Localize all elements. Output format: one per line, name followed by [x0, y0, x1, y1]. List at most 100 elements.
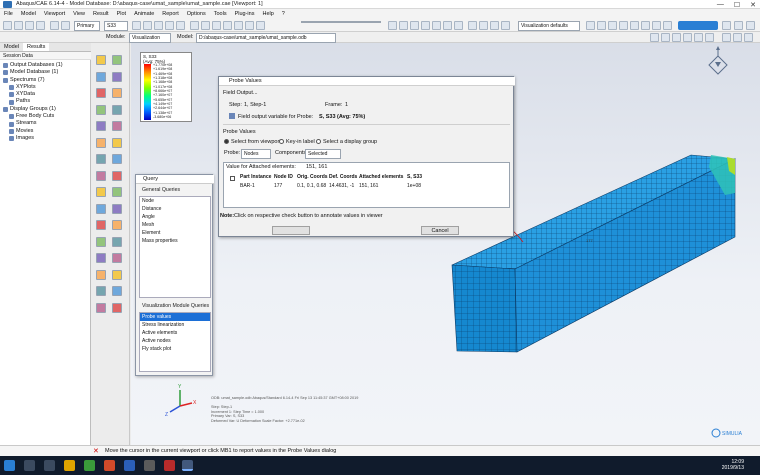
tree-item[interactable]: Paths [3, 98, 89, 105]
operate-xy-icon[interactable] [96, 137, 106, 148]
replace-icon[interactable] [630, 21, 639, 30]
search-icon[interactable] [24, 460, 35, 471]
common-options-icon[interactable] [112, 104, 122, 115]
probe-tool-icon[interactable] [96, 236, 106, 247]
search-field[interactable] [301, 21, 381, 23]
tree-item[interactable]: Free Body Cuts [3, 113, 89, 120]
radio-key-in-label[interactable] [279, 139, 284, 144]
animation-options-icon[interactable] [722, 33, 731, 42]
shaded-icon[interactable] [501, 21, 510, 30]
tile-icon[interactable] [112, 302, 122, 313]
layers-icon[interactable] [597, 21, 606, 30]
save-icon[interactable] [25, 21, 34, 30]
rotate-icon[interactable] [190, 21, 199, 30]
intersect-icon[interactable] [663, 21, 672, 30]
start-icon[interactable] [4, 460, 15, 471]
refresh-icon[interactable] [734, 21, 743, 30]
query-item[interactable]: Probe values [140, 313, 210, 321]
first-frame-icon[interactable] [650, 33, 659, 42]
variable-selector[interactable]: S33 [104, 21, 128, 31]
color-code-tool-icon[interactable] [112, 269, 122, 280]
menu-result[interactable]: Result [93, 11, 109, 17]
browser-icon[interactable] [104, 460, 115, 471]
animation-options-icon[interactable] [112, 203, 122, 214]
menu-viewport[interactable]: Viewport [44, 11, 65, 17]
field-output-icon[interactable] [132, 21, 141, 30]
minimize-button[interactable]: — [717, 1, 724, 8]
display-group-icon[interactable] [619, 21, 628, 30]
close-button[interactable]: ✕ [750, 1, 756, 9]
stop-icon[interactable] [683, 33, 692, 42]
tree-item[interactable]: Streams [3, 120, 89, 127]
path-icon[interactable] [96, 154, 106, 164]
animate-time-icon[interactable] [112, 187, 122, 197]
stream-icon[interactable] [112, 154, 122, 164]
tab-model[interactable]: Model [0, 43, 23, 51]
display-group-tool-icon[interactable] [96, 253, 106, 263]
task-view-icon[interactable] [44, 460, 55, 471]
plot-undeformed-icon[interactable] [96, 55, 106, 65]
ok-button[interactable] [272, 226, 310, 235]
menu-plugins[interactable]: Plug-ins [235, 11, 255, 17]
create-display-group-icon[interactable] [96, 269, 106, 280]
print-icon[interactable] [36, 21, 45, 30]
zoom-icon[interactable] [212, 21, 221, 30]
query-item[interactable]: Mass properties [140, 237, 210, 245]
right-view-icon[interactable] [454, 21, 463, 30]
render-style-icon[interactable] [468, 21, 477, 30]
new-icon[interactable] [3, 21, 12, 30]
app-icon-1[interactable] [144, 460, 155, 471]
query-item[interactable]: Node [140, 197, 210, 205]
arrow-annotation-icon[interactable] [112, 286, 122, 296]
module-select[interactable]: Visualization [129, 33, 171, 43]
step-last-icon[interactable] [176, 21, 185, 30]
menu-file[interactable]: File [4, 11, 13, 17]
tree-item[interactable]: Images [3, 135, 89, 142]
viewport-layout-icon[interactable] [96, 302, 106, 313]
replace-all-icon[interactable] [112, 253, 122, 263]
plot-material-orientation-icon[interactable] [96, 88, 106, 98]
query-tool-icon[interactable] [96, 220, 106, 230]
tree-item[interactable]: Output Databases (1) [3, 62, 89, 69]
annotate-checkbox[interactable] [230, 176, 235, 181]
app-icon-2[interactable] [164, 460, 175, 471]
tree-item[interactable]: Model Database (1) [3, 69, 89, 76]
radio-select-viewport[interactable] [224, 139, 229, 144]
file-explorer-icon[interactable] [64, 460, 75, 471]
color-code-icon[interactable] [608, 21, 617, 30]
plot-contour-icon[interactable] [96, 71, 106, 82]
report-icon[interactable] [112, 220, 122, 230]
left-view-icon[interactable] [443, 21, 452, 30]
query-item[interactable]: Mesh [140, 221, 210, 229]
frame-select-icon[interactable] [744, 33, 753, 42]
tree-item[interactable]: Movies [3, 128, 89, 135]
undo-icon[interactable] [61, 21, 70, 30]
lock-icon[interactable] [722, 21, 731, 30]
query-item[interactable]: Stress linearization [140, 321, 210, 329]
open-icon[interactable] [14, 21, 23, 30]
query-item[interactable]: Active nodes [140, 337, 210, 345]
help-icon[interactable] [746, 21, 755, 30]
tree-item[interactable]: Display Groups (1) [3, 106, 89, 113]
cycle-views-icon[interactable] [245, 21, 254, 30]
tree-item[interactable]: XYPlots [3, 84, 89, 91]
front-view-icon[interactable] [399, 21, 408, 30]
table-row[interactable]: BAR-1 177 0.1, 0.1, 0.68 14.4631, -1 151, 16… [240, 183, 421, 189]
movie-icon[interactable] [733, 33, 742, 42]
create-xy-icon[interactable] [112, 121, 122, 131]
back-view-icon[interactable] [410, 21, 419, 30]
menu-model[interactable]: Model [21, 11, 36, 17]
query-item[interactable]: Active elements [140, 329, 210, 337]
pan-icon[interactable] [201, 21, 210, 30]
probe-select[interactable]: Nodes [241, 149, 271, 159]
animate-scale-icon[interactable] [96, 187, 106, 197]
primary-selector[interactable]: Primary [74, 21, 100, 31]
view-cut-icon[interactable] [96, 170, 106, 181]
word-icon[interactable] [124, 460, 135, 471]
query-item[interactable]: Element [140, 229, 210, 237]
wechat-icon[interactable] [84, 460, 95, 471]
visualization-defaults-select[interactable]: Visualization defaults [518, 21, 580, 31]
pointer-icon[interactable] [50, 21, 59, 30]
menu-plot[interactable]: Plot [117, 11, 126, 17]
query-item[interactable]: Distance [140, 205, 210, 213]
